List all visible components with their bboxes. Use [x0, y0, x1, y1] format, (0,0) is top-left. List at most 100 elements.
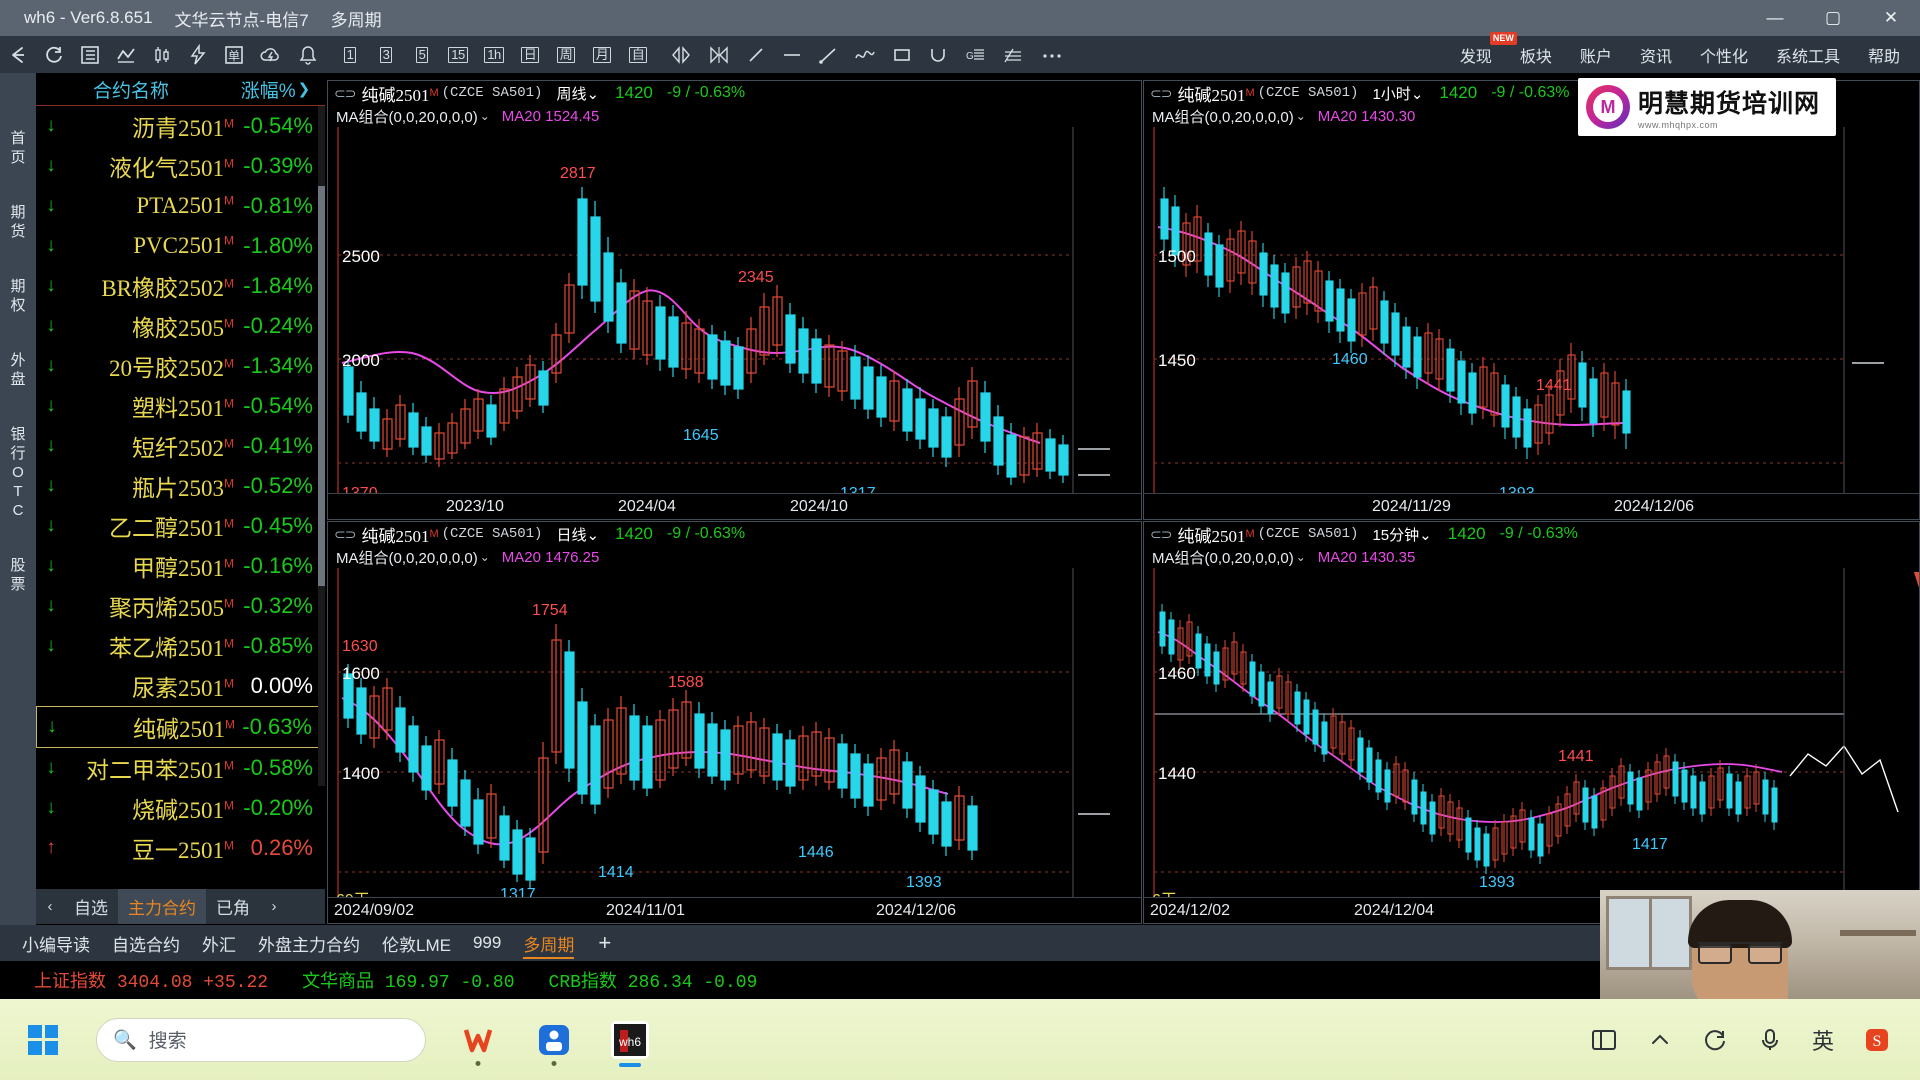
tab-held[interactable]: 已角: [206, 889, 260, 924]
column-change-pct[interactable]: 涨幅% ❯: [226, 76, 325, 103]
chevron-down-icon[interactable]: ⌄: [480, 109, 490, 123]
period-1h[interactable]: 1h: [476, 36, 512, 73]
arc-icon[interactable]: [920, 36, 956, 73]
workspace-tab-999[interactable]: 999: [473, 925, 501, 961]
app-icon[interactable]: [530, 1016, 578, 1066]
rail-item-stock[interactable]: 股 票: [0, 546, 36, 604]
ime-icon[interactable]: 英: [1812, 1024, 1834, 1056]
refresh-icon[interactable]: [36, 36, 72, 73]
quote-row[interactable]: ↓ 乙二醇2501M -0.45%: [36, 506, 325, 546]
list-icon[interactable]: [72, 36, 108, 73]
back-icon[interactable]: [0, 36, 36, 73]
menu-help[interactable]: 帮助: [1868, 43, 1900, 67]
quote-row[interactable]: ↓ 橡胶2505M -0.24%: [36, 306, 325, 346]
period-week[interactable]: 周: [548, 36, 584, 73]
link-icon[interactable]: ⊂⊃: [1150, 526, 1172, 543]
period-custom[interactable]: 自: [620, 36, 656, 73]
quote-row[interactable]: ↓ 塑料2501M -0.54%: [36, 386, 325, 426]
workspace-tab-editor-guide[interactable]: 小编导读: [22, 925, 90, 961]
text-icon[interactable]: G: [956, 36, 994, 73]
chart-plot-daily[interactable]: 1600 1400 1754 1630 1588 1414 1446 1393 …: [328, 568, 1141, 923]
chart-symbol[interactable]: 纯碱2501: [361, 522, 429, 547]
scrollbar-thumb[interactable]: [318, 186, 325, 586]
maximize-button[interactable]: ▢: [1804, 0, 1862, 36]
line-chart-icon[interactable]: [108, 36, 144, 73]
wh6-icon[interactable]: wh6: [606, 1016, 654, 1067]
chart-plot-hourly[interactable]: 1500 1450 1460 1441 1393 11天: [1144, 127, 1919, 519]
workspace-tab-forex[interactable]: 外汇: [202, 925, 236, 961]
minimize-button[interactable]: —: [1746, 0, 1804, 36]
rail-item-futures[interactable]: 期 货: [0, 193, 36, 251]
start-button-icon[interactable]: [28, 1024, 58, 1055]
chart-indicator-weekly[interactable]: MA组合(0,0,20,0,0,0) ⌄ MA20 1524.45: [328, 105, 1141, 127]
chart-panel-hourly[interactable]: ⊂⊃ 纯碱2501 M (CZCE SA501) 1小时⌄ 1420 -9 / -…: [1143, 80, 1920, 520]
cloud-icon[interactable]: [252, 36, 290, 73]
ray-icon[interactable]: [810, 36, 846, 73]
chart-period-selector[interactable]: 周线⌄: [556, 83, 599, 104]
horizontal-line-icon[interactable]: [774, 36, 810, 73]
fast-order-icon[interactable]: [180, 36, 216, 73]
more-icon[interactable]: [1032, 36, 1072, 73]
rail-item-bank-otc[interactable]: 银 行 O T C: [0, 415, 36, 530]
workspace-tab-foreign-main[interactable]: 外盘主力合约: [258, 925, 360, 961]
chevron-down-icon[interactable]: ⌄: [1296, 550, 1306, 564]
workspace-tab-multi-period[interactable]: 多周期: [523, 925, 575, 961]
chart-panel-daily[interactable]: ⊂⊃ 纯碱2501 M (CZCE SA501) 日线⌄ 1420 -9 / -0…: [327, 521, 1142, 924]
quote-row[interactable]: ↓ 瓶片2503M -0.52%: [36, 466, 325, 506]
quote-row[interactable]: ↓ 对二甲苯2501M -0.58%: [36, 748, 325, 788]
app-s-icon[interactable]: S: [1864, 1027, 1890, 1053]
tabs-prev-button[interactable]: ‹: [36, 898, 64, 915]
wps-icon[interactable]: [454, 1016, 502, 1066]
quote-row[interactable]: ↓ PTA2501M -0.81%: [36, 186, 325, 226]
chart-plot-weekly[interactable]: 2500 2000 2817 2345 1645 1370 1317 82周: [328, 127, 1141, 519]
close-button[interactable]: ✕: [1862, 0, 1920, 36]
widgets-icon[interactable]: [1590, 1026, 1618, 1054]
column-contract-name[interactable]: 合约名称: [36, 76, 226, 103]
rectangle-icon[interactable]: [884, 36, 920, 73]
workspace-tab-self-contracts[interactable]: 自选合约: [112, 925, 180, 961]
chart-symbol[interactable]: 纯碱2501: [1177, 81, 1245, 106]
trendline-icon[interactable]: [738, 36, 774, 73]
chart-panel-min15[interactable]: ⊂⊃ 纯碱2501 M (CZCE SA501) 15分钟⌄ 1420 -9 / …: [1143, 521, 1920, 924]
fib-icon[interactable]: [994, 36, 1032, 73]
link-icon[interactable]: ⊂⊃: [334, 85, 356, 102]
taskbar-search-input[interactable]: 🔍 搜索: [96, 1017, 426, 1062]
rail-item-options[interactable]: 期 权: [0, 267, 36, 325]
split-screen-icon[interactable]: [662, 36, 700, 73]
compare-icon[interactable]: [700, 36, 738, 73]
menu-system-tools[interactable]: 系统工具: [1776, 43, 1840, 67]
quote-row[interactable]: ↑ 豆一2501M 0.26%: [36, 828, 325, 868]
quote-row[interactable]: ↓ 短纤2502M -0.41%: [36, 426, 325, 466]
tabs-next-button[interactable]: ›: [260, 898, 288, 915]
add-workspace-button[interactable]: +: [598, 930, 611, 956]
period-3[interactable]: 3: [368, 36, 404, 73]
menu-account[interactable]: 账户: [1580, 43, 1612, 67]
chart-symbol[interactable]: 纯碱2501: [1177, 522, 1245, 547]
link-icon[interactable]: ⊂⊃: [334, 526, 356, 543]
quote-row[interactable]: ↓ 液化气2501M -0.39%: [36, 146, 325, 186]
quote-row[interactable]: ↓ 聚丙烯2505M -0.32%: [36, 586, 325, 626]
tab-main-contracts[interactable]: 主力合约: [118, 889, 206, 924]
chevron-up-icon[interactable]: [1648, 1028, 1672, 1052]
chart-panel-weekly[interactable]: ⊂⊃ 纯碱2501 M (CZCE SA501) 周线⌄ 1420 -9 / -0…: [327, 80, 1142, 520]
menu-discover[interactable]: 发现 NEW: [1460, 31, 1517, 67]
period-15[interactable]: 15: [440, 36, 476, 73]
quote-row[interactable]: ↓ PVC2501M -1.80%: [36, 226, 325, 266]
quote-row[interactable]: ↓ 纯碱2501M -0.63%: [36, 706, 325, 748]
chart-plot-min15[interactable]: 1460 1440 1441 1417 1393 6天: [1144, 568, 1919, 923]
wave-icon[interactable]: [846, 36, 884, 73]
quote-row[interactable]: ↓ 沥青2501M -0.54%: [36, 106, 325, 146]
menu-personalize[interactable]: 个性化: [1700, 43, 1748, 67]
quote-list-scrollbar[interactable]: [318, 106, 325, 786]
chart-indicator-daily[interactable]: MA组合(0,0,20,0,0,0) ⌄ MA20 1476.25: [328, 546, 1141, 568]
chart-indicator-min15[interactable]: MA组合(0,0,20,0,0,0) ⌄ MA20 1430.35: [1144, 546, 1919, 568]
quote-row[interactable]: ↓ 烧碱2501M -0.20%: [36, 788, 325, 828]
period-5[interactable]: 5: [404, 36, 440, 73]
chart-period-selector[interactable]: 15分钟⌄: [1372, 524, 1431, 545]
period-day[interactable]: 日: [512, 36, 548, 73]
link-icon[interactable]: ⊂⊃: [1150, 85, 1172, 102]
quote-row[interactable]: 尿素2501M 0.00%: [36, 666, 325, 706]
tab-self-select[interactable]: 自选: [64, 889, 118, 924]
alarm-icon[interactable]: [290, 36, 326, 73]
quote-row[interactable]: ↓ 20号胶2502M -1.34%: [36, 346, 325, 386]
